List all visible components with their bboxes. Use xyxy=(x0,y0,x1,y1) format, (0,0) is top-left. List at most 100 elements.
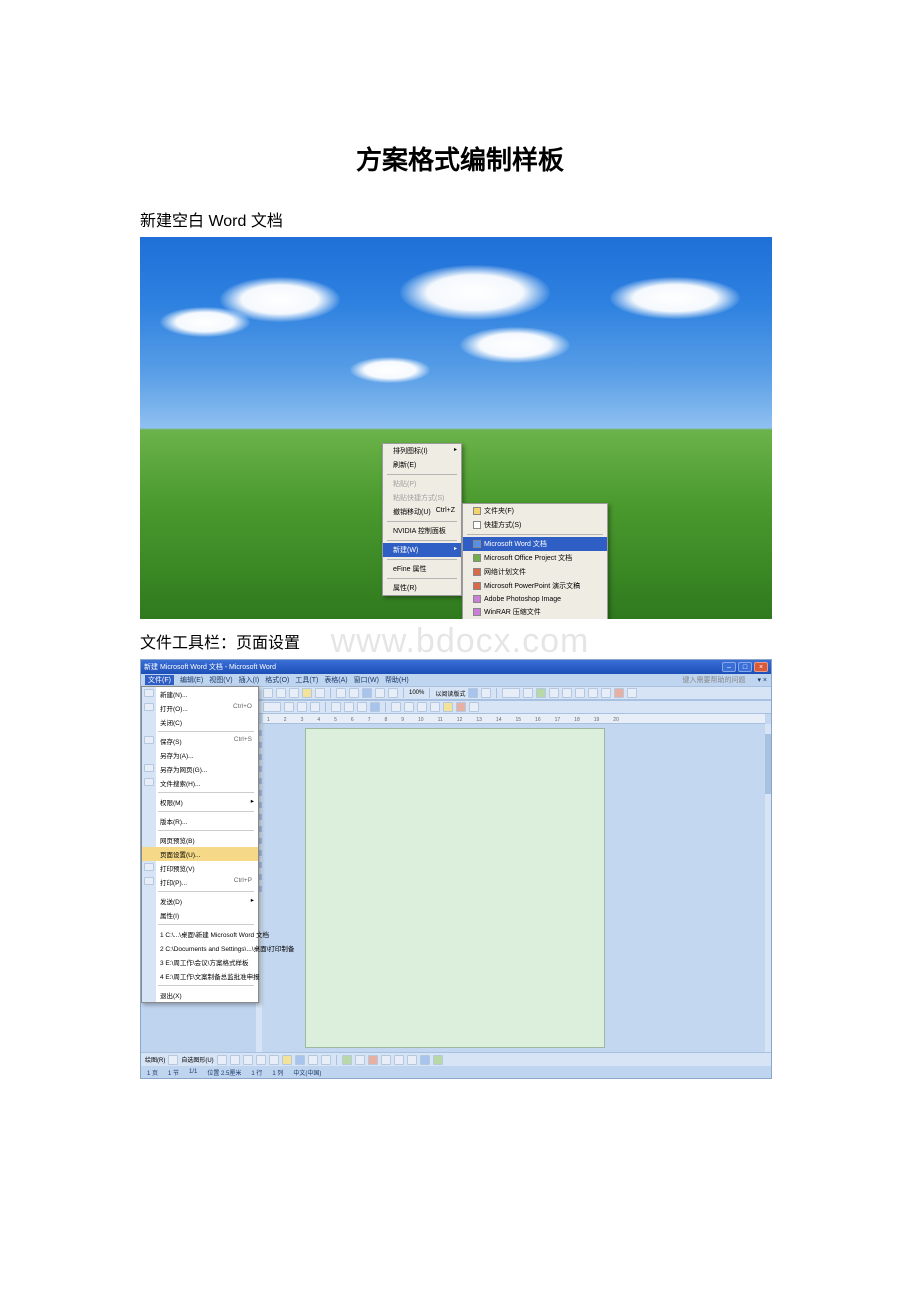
file-exit[interactable]: 退出(X) xyxy=(142,988,258,1002)
menu-table[interactable]: 表格(A) xyxy=(324,675,347,685)
shadow-tool[interactable] xyxy=(420,1055,430,1065)
toolbar-button[interactable] xyxy=(284,702,294,712)
context-submenu-new[interactable]: 文件夹(F) 快捷方式(S) Microsoft Word 文档 Microso… xyxy=(462,503,608,619)
toolbar-button[interactable] xyxy=(575,688,585,698)
drawing-toolbar[interactable]: 绘图(R) 自选图形(U) xyxy=(141,1052,771,1066)
toolbar-button[interactable] xyxy=(370,702,380,712)
toolbar-button[interactable] xyxy=(362,688,372,698)
toolbar-button[interactable] xyxy=(375,688,385,698)
ctx-undo-move[interactable]: 撤销移动(U)Ctrl+Z xyxy=(383,505,461,519)
toolbar-button[interactable] xyxy=(391,702,401,712)
horizontal-ruler[interactable]: 1234567891011121314151617181920 xyxy=(263,714,765,724)
clipart-tool[interactable] xyxy=(308,1055,318,1065)
toolbar-button[interactable] xyxy=(331,702,341,712)
line-tool[interactable] xyxy=(217,1055,227,1065)
new-folder[interactable]: 文件夹(F) xyxy=(463,504,607,518)
ctx-efine[interactable]: eFine 属性 xyxy=(383,562,461,576)
menu-window[interactable]: 窗口(W) xyxy=(354,675,379,685)
dash-style-tool[interactable] xyxy=(394,1055,404,1065)
new-project[interactable]: Microsoft Office Project 文档 xyxy=(463,551,607,565)
vertical-scrollbar[interactable] xyxy=(765,724,771,1052)
line-style-tool[interactable] xyxy=(381,1055,391,1065)
menu-bar[interactable]: 文件(F) 编辑(E) 视图(V) 插入(I) 格式(O) 工具(T) 表格(A… xyxy=(141,674,771,686)
new-rar[interactable]: WinRAR 压缩文件 xyxy=(463,605,607,619)
toolbar-button[interactable] xyxy=(430,702,440,712)
toolbar-button[interactable] xyxy=(310,702,320,712)
file-recent-1[interactable]: 1 C:\...\桌面\新建 Microsoft Word 文档 xyxy=(142,927,258,941)
file-page-setup[interactable]: 页面设置(U)... xyxy=(142,847,258,861)
toolbar-button[interactable] xyxy=(297,702,307,712)
new-psd[interactable]: Adobe Photoshop Image xyxy=(463,593,607,605)
autoshapes-menu[interactable]: 自选图形(U) xyxy=(181,1055,213,1064)
textbox-tool[interactable] xyxy=(269,1055,279,1065)
file-saveas[interactable]: 另存为(A)... xyxy=(142,748,258,762)
file-version[interactable]: 版本(R)... xyxy=(142,814,258,828)
context-menu-desktop[interactable]: 排列图标(I) 刷新(E) 粘贴(P) 粘贴快捷方式(S) 撤销移动(U)Ctr… xyxy=(382,443,462,596)
new-word-doc[interactable]: Microsoft Word 文档 xyxy=(463,537,607,551)
toolbar-button[interactable] xyxy=(468,688,478,698)
ctx-nvidia[interactable]: NVIDIA 控制面板 xyxy=(383,524,461,538)
oval-tool[interactable] xyxy=(256,1055,266,1065)
toolbar-button[interactable] xyxy=(276,688,286,698)
toolbar-button[interactable] xyxy=(601,688,611,698)
picture-tool[interactable] xyxy=(321,1055,331,1065)
menu-tools[interactable]: 工具(T) xyxy=(295,675,318,685)
draw-menu[interactable]: 绘图(R) xyxy=(145,1055,165,1064)
arrow-style-tool[interactable] xyxy=(407,1055,417,1065)
file-print-preview[interactable]: 打印预览(V) xyxy=(142,861,258,875)
toolbar-button[interactable] xyxy=(614,688,624,698)
toolbar-button[interactable] xyxy=(357,702,367,712)
document-page[interactable] xyxy=(305,728,605,1048)
ctx-properties[interactable]: 属性(R) xyxy=(383,581,461,595)
workspace[interactable] xyxy=(263,724,765,1052)
window-titlebar[interactable]: 新建 Microsoft Word 文档 - Microsoft Word – … xyxy=(141,660,771,674)
toolbar-button[interactable] xyxy=(417,702,427,712)
file-recent-2[interactable]: 2 C:\Documents and Settings\...\桌面\打印制备 xyxy=(142,941,258,955)
toolbar-button[interactable] xyxy=(349,688,359,698)
menu-format[interactable]: 格式(O) xyxy=(265,675,289,685)
toolbar-button[interactable] xyxy=(344,702,354,712)
file-properties[interactable]: 属性(I) xyxy=(142,908,258,922)
toolbar-button[interactable] xyxy=(588,688,598,698)
file-search[interactable]: 文件搜索(H)... xyxy=(142,776,258,790)
toolbar-button[interactable] xyxy=(549,688,559,698)
fill-color-tool[interactable] xyxy=(342,1055,352,1065)
arrow-tool[interactable] xyxy=(230,1055,240,1065)
file-recent-3[interactable]: 3 E:\周工作\会议\方案格式样板 xyxy=(142,955,258,969)
close-button[interactable]: × xyxy=(754,662,768,672)
toolbar-button[interactable] xyxy=(289,688,299,698)
toolbar-button[interactable] xyxy=(388,688,398,698)
ctx-new[interactable]: 新建(W) xyxy=(383,543,461,557)
ctx-arrange-icons[interactable]: 排列图标(I) xyxy=(383,444,461,458)
file-open[interactable]: 打开(O)...Ctrl+O xyxy=(142,701,258,715)
doc-close-button[interactable]: ▾ × xyxy=(757,676,767,684)
toolbar-button[interactable] xyxy=(536,688,546,698)
zoom-value[interactable]: 100% xyxy=(409,690,424,696)
line-color-tool[interactable] xyxy=(355,1055,365,1065)
file-permission[interactable]: 权限(M) xyxy=(142,795,258,809)
file-web-preview[interactable]: 网页预览(B) xyxy=(142,833,258,847)
toolbar-button[interactable] xyxy=(562,688,572,698)
toolbar-button[interactable] xyxy=(404,702,414,712)
new-netplan[interactable]: 网络计划文件 xyxy=(463,565,607,579)
file-recent-4[interactable]: 4 E:\周工作\文案制备总监批准申报 xyxy=(142,969,258,983)
menu-help[interactable]: 帮助(H) xyxy=(385,675,409,685)
menu-insert[interactable]: 插入(I) xyxy=(239,675,260,685)
toolbar-button[interactable] xyxy=(263,688,273,698)
maximize-button[interactable]: □ xyxy=(738,662,752,672)
font-box[interactable] xyxy=(263,702,281,712)
3d-tool[interactable] xyxy=(433,1055,443,1065)
file-close[interactable]: 关闭(C) xyxy=(142,715,258,729)
toolbar-button[interactable] xyxy=(469,702,479,712)
new-shortcut[interactable]: 快捷方式(S) xyxy=(463,518,607,532)
file-new[interactable]: 新建(N)... xyxy=(142,687,258,701)
help-search-box[interactable]: 键入需要帮助的问题 xyxy=(682,675,745,685)
toolbar-button[interactable] xyxy=(523,688,533,698)
file-print[interactable]: 打印(P)...Ctrl+P xyxy=(142,875,258,889)
font-color-button[interactable] xyxy=(456,702,466,712)
ctx-refresh[interactable]: 刷新(E) xyxy=(383,458,461,472)
toolbar-button[interactable] xyxy=(443,702,453,712)
menu-view[interactable]: 视图(V) xyxy=(209,675,232,685)
file-menu-dropdown[interactable]: 新建(N)... 打开(O)...Ctrl+O 关闭(C) 保存(S)Ctrl+… xyxy=(141,686,259,1003)
font-color-tool[interactable] xyxy=(368,1055,378,1065)
